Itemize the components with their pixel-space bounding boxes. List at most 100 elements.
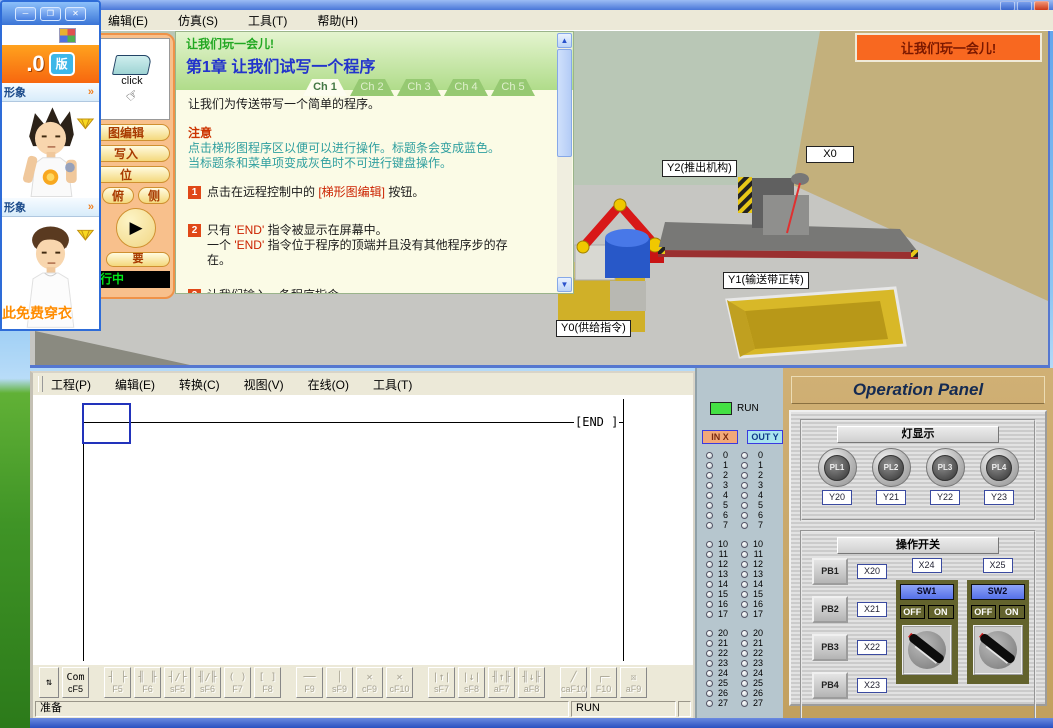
toolbar-button-aF8[interactable]: ╢↓╟aF8	[518, 667, 545, 698]
toolbar-key-label: F5	[112, 684, 123, 695]
push-button-pb1[interactable]: PB1	[812, 558, 848, 585]
io-row: 2424	[706, 668, 783, 678]
scroll-up-arrow[interactable]: ▲	[557, 33, 572, 48]
toolbar-button-F9[interactable]: ──F9	[296, 667, 323, 698]
switch-section: 操作开关 PB1X20PB2X21PB3X22PB4X23 X24SW1OFFO…	[800, 530, 1036, 724]
overlay-close-button[interactable]: ✕	[65, 7, 86, 21]
input-led	[706, 630, 713, 637]
rotary-states: OFFON	[971, 605, 1025, 619]
toolbar-key-label: F6	[142, 684, 153, 695]
input-number: 7	[713, 520, 728, 530]
app-menu-item[interactable]: 仿真(S)	[178, 12, 218, 29]
editor-menu-item[interactable]: 视图(V)	[244, 376, 284, 393]
rotary-address: X25	[983, 558, 1013, 573]
tab-ch4[interactable]: Ch 4	[444, 79, 488, 96]
tutorial-scrollbar[interactable]: ▲ ▼	[557, 33, 572, 292]
input-number: 3	[713, 480, 728, 490]
tutorial-window: 让我们玩一会儿! 第1章 让我们试写一个程序 Ch 1Ch 2Ch 3Ch 4C…	[175, 31, 574, 294]
text-run: [梯形图编辑]	[318, 185, 385, 199]
lamp-face[interactable]: PL1	[824, 455, 850, 481]
editor-menu-item[interactable]: 在线(O)	[308, 376, 349, 393]
overlay-titlebar[interactable]: ─ ❐ ✕	[2, 2, 99, 25]
lamp-pl4: PL4Y23	[980, 448, 1019, 505]
app-menu-item[interactable]: 工具(T)	[248, 12, 287, 29]
editor-menu-item[interactable]: 转换(C)	[179, 376, 220, 393]
toolbar-button-F7[interactable]: ( )F7	[224, 667, 251, 698]
app-menu-item[interactable]: 帮助(H)	[317, 12, 358, 29]
ladder-canvas[interactable]: [END ]	[33, 395, 693, 665]
operation-panel: Operation Panel 灯显示 PL1Y20PL2Y21PL3Y22PL…	[783, 368, 1053, 720]
toolbar-button-toggle[interactable]: ⇅	[39, 667, 59, 698]
scroll-thumb[interactable]	[557, 49, 572, 157]
toolbar-icon: |↑|	[432, 671, 450, 684]
push-button-column: PB1X20PB2X21PB3X22PB4X23	[802, 558, 890, 722]
output-number: 4	[748, 490, 763, 500]
toolbar-button-F5[interactable]: ┤ ├F5	[104, 667, 131, 698]
view-button[interactable]: 侧	[138, 187, 170, 204]
avatar-section-header-1[interactable]: 形象 »	[2, 83, 99, 102]
lamp-face[interactable]: PL3	[932, 455, 958, 481]
lamp-address: Y22	[930, 490, 960, 505]
push-button-pb4[interactable]: PB4	[812, 672, 848, 699]
avatar-area-1[interactable]	[2, 102, 99, 198]
toolbar-button-caF10[interactable]: ╱caF10	[560, 667, 587, 698]
toolbar-button-sF5[interactable]: ┤/├sF5	[164, 667, 191, 698]
push-button-pb2[interactable]: PB2	[812, 596, 848, 623]
rung-line	[83, 422, 624, 423]
tab-ch1[interactable]: Ch 1	[303, 79, 347, 96]
toolbar-button-F6[interactable]: ╢ ╟F6	[134, 667, 161, 698]
toolbar-button-sF6[interactable]: ╢/╟sF6	[194, 667, 221, 698]
input-number: 22	[713, 648, 728, 658]
toolbar-button-sF8[interactable]: |↓|sF8	[458, 667, 485, 698]
toolbar-button-aF9[interactable]: ☒aF9	[620, 667, 647, 698]
play-button[interactable]: ▶	[116, 208, 156, 248]
io-row: 55	[706, 500, 783, 510]
push-button-row: PB3X22	[812, 634, 890, 661]
rotary-knob[interactable]	[902, 625, 952, 675]
avatar-section-header-2[interactable]: 形象 »	[2, 198, 99, 217]
ladder-cursor[interactable]	[82, 403, 131, 444]
lamp-face[interactable]: PL4	[986, 455, 1012, 481]
toolbar-button-cF9[interactable]: ✕cF9	[356, 667, 383, 698]
editor-menu-item[interactable]: 工程(P)	[51, 376, 91, 393]
scroll-down-arrow[interactable]: ▼	[557, 277, 572, 292]
help-click-box[interactable]: click ☞	[94, 38, 170, 120]
toolbar-button-aF7[interactable]: ╢↑╟aF7	[488, 667, 515, 698]
toolbar-button-sF7[interactable]: |↑|sF7	[428, 667, 455, 698]
io-row: 2020	[706, 628, 783, 638]
label-x0: X0	[806, 146, 854, 163]
promo-text[interactable]: 此免费穿衣	[2, 303, 72, 323]
tab-ch3[interactable]: Ch 3	[397, 79, 441, 96]
output-number: 25	[748, 678, 763, 688]
toolbar-button-cF10[interactable]: ✕cF10	[386, 667, 413, 698]
rotary-on-label[interactable]: ON	[999, 605, 1025, 619]
palette-icon[interactable]	[59, 28, 76, 43]
push-button-row: PB2X21	[812, 596, 890, 623]
editor-menu-item[interactable]: 编辑(E)	[115, 376, 155, 393]
tab-ch5[interactable]: Ch 5	[491, 79, 535, 96]
editor-menu-item[interactable]: 工具(T)	[373, 376, 412, 393]
toolbar-button-sF9[interactable]: │sF9	[326, 667, 353, 698]
rotary-knob[interactable]	[973, 625, 1023, 675]
lamp-face[interactable]: PL2	[878, 455, 904, 481]
toolbar-button-cF5[interactable]: ComcF5	[62, 667, 89, 698]
input-led	[706, 462, 713, 469]
rotary-off-label[interactable]: OFF	[900, 605, 926, 619]
avatar-area-2[interactable]: 此免费穿衣	[2, 217, 99, 329]
app-menu-item[interactable]: 编辑(E)	[108, 12, 148, 29]
toolbar-button-F10[interactable]: ┌─F10	[590, 667, 617, 698]
rotary-off-label[interactable]: OFF	[971, 605, 997, 619]
lamp-pl3: PL3 Y22	[926, 448, 965, 505]
version-banner[interactable]: .0 版	[2, 45, 99, 83]
toolbar-button-F8[interactable]: [ ]F8	[254, 667, 281, 698]
tab-ch2[interactable]: Ch 2	[350, 79, 394, 96]
output-led	[741, 700, 748, 707]
rotary-on-label[interactable]: ON	[928, 605, 954, 619]
overlay-maximize-button[interactable]: ❐	[40, 7, 61, 21]
output-number: 1	[748, 460, 763, 470]
summary-button[interactable]: 要	[106, 252, 170, 267]
input-led	[706, 690, 713, 697]
push-button-pb3[interactable]: PB3	[812, 634, 848, 661]
overlay-minimize-button[interactable]: ─	[15, 7, 36, 21]
view-button[interactable]: 俯	[102, 187, 134, 204]
